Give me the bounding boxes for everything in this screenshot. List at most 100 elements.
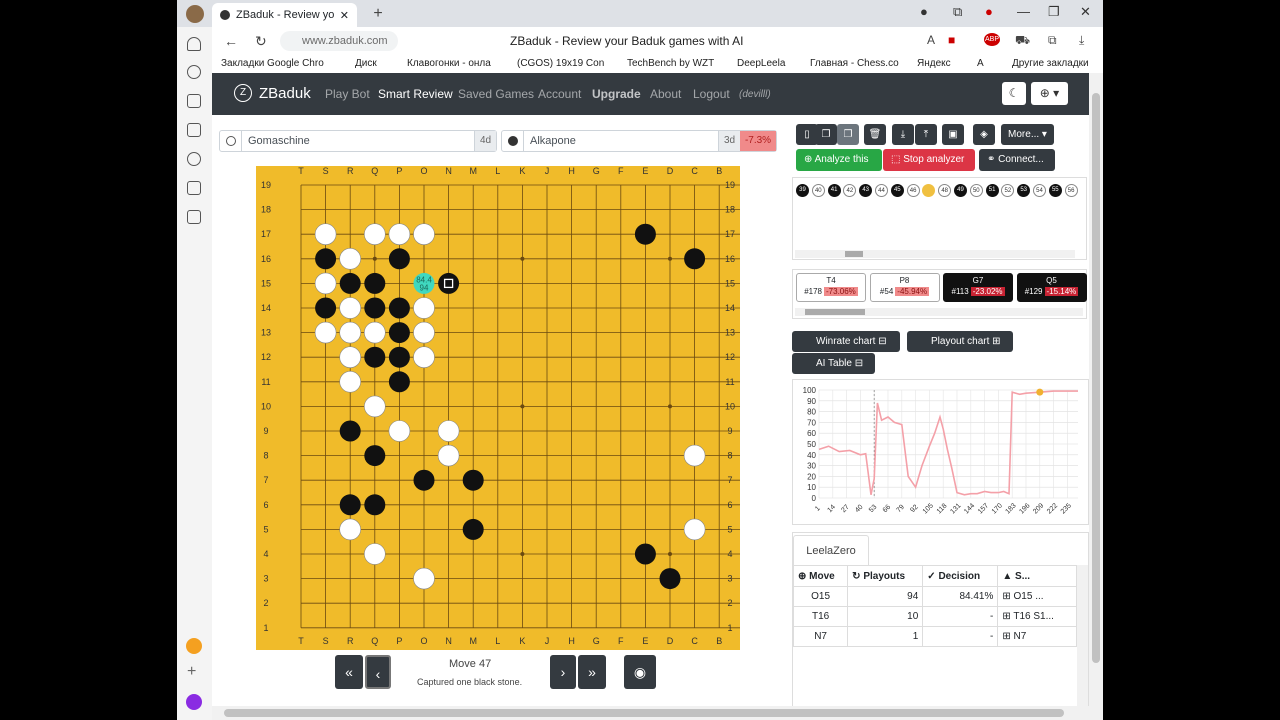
next-move-button[interactable]: ›: [550, 655, 576, 689]
settings-sidebar-icon[interactable]: [187, 210, 201, 224]
timeline-move[interactable]: 49: [954, 184, 967, 197]
table-scrollbar[interactable]: [1077, 565, 1088, 709]
winrate-chart-svg[interactable]: 01020304050607080901001 14 27 40 53 66 79 92 105…: [793, 380, 1088, 524]
black-player-name[interactable]: Alkapone: [524, 135, 718, 147]
extensions-icon[interactable]: ⧉: [1048, 33, 1057, 48]
clock-icon[interactable]: [187, 65, 201, 79]
table-row[interactable]: N7 1 - ⊞ N7: [792, 626, 1077, 647]
timeline-move[interactable]: 53: [1017, 184, 1031, 197]
nav-play-bot[interactable]: Play Bot: [325, 87, 370, 101]
new-tab-button[interactable]: +: [369, 5, 387, 23]
col-move[interactable]: ⊕ Move: [792, 565, 849, 587]
timeline-move[interactable]: [922, 184, 936, 197]
timeline-scrollbar[interactable]: [795, 250, 1075, 258]
toggle-view-button[interactable]: ◉: [624, 655, 656, 689]
mistake-card[interactable]: T4 #178 -73.06%: [796, 273, 866, 302]
close-window-icon[interactable]: ✕: [1080, 4, 1091, 20]
previous-move-button[interactable]: ‹: [365, 655, 391, 689]
analyze-button[interactable]: ⊕ Analyze this: [796, 149, 882, 171]
timeline-move[interactable]: 56: [1064, 184, 1078, 197]
browser-tab[interactable]: ZBaduk - Review your Ba... ✕: [212, 3, 357, 27]
timeline-move[interactable]: 41: [827, 184, 841, 197]
car-icon[interactable]: ⛟: [1015, 33, 1030, 49]
col-decision[interactable]: ✓ Decision: [922, 565, 999, 587]
go-board[interactable]: TTSSRRQQPPOONNMMLLKKJJHHGGFFEEDDCCBBAA19…: [256, 166, 740, 650]
collections-icon[interactable]: ⧉: [953, 4, 962, 20]
timeline-move[interactable]: 52: [1001, 184, 1015, 197]
timeline-move[interactable]: 51: [985, 184, 999, 197]
timeline-move[interactable]: 42: [843, 184, 857, 197]
paste-icon[interactable]: ❐: [837, 124, 859, 145]
bookmark-item[interactable]: Главная - Chess.co: [810, 58, 899, 69]
extension-icon[interactable]: ●: [920, 4, 928, 19]
table-row[interactable]: T16 10 - ⊞ T16 S1...: [792, 606, 1077, 627]
page-scrollbar-horizontal[interactable]: [212, 706, 1089, 720]
mistake-card[interactable]: G7 #113 -23.02%: [943, 273, 1013, 302]
timeline-move[interactable]: 55: [1048, 184, 1062, 197]
dollar-icon[interactable]: [187, 181, 201, 195]
star-icon[interactable]: [187, 94, 201, 108]
engine-tab[interactable]: LeelaZero: [793, 535, 869, 565]
ai-table-button[interactable]: AI Table ⊟: [792, 353, 875, 374]
bookmark-item[interactable]: TechBench by WZT: [627, 58, 714, 69]
nav-upgrade[interactable]: Upgrade: [592, 87, 641, 101]
move-timeline[interactable]: 39 40 41 42 43 44 45 46 48 49 50 51 52 53 54 55 56: [792, 177, 1087, 260]
timeline-move[interactable]: 54: [1033, 184, 1046, 197]
restore-icon[interactable]: ❐: [1048, 4, 1060, 20]
timeline-move[interactable]: 40: [811, 184, 825, 197]
bookmark-item[interactable]: Другие закладки: [1012, 58, 1089, 69]
connect-button[interactable]: ⚭ Connect...: [979, 149, 1055, 171]
nav-about[interactable]: About: [650, 87, 681, 101]
timeline-move[interactable]: 44: [875, 184, 888, 197]
yandex-icon[interactable]: [186, 638, 202, 654]
bookmark-item[interactable]: А: [977, 58, 984, 69]
playout-chart-button[interactable]: Playout chart ⊞: [907, 331, 1013, 352]
brand[interactable]: Z ZBaduk: [234, 84, 311, 102]
profile-avatar[interactable]: [186, 5, 204, 23]
download-sgf-icon[interactable]: ⤓: [892, 124, 914, 145]
timeline-move[interactable]: 46: [906, 184, 920, 197]
language-button[interactable]: ⊕ ▾: [1031, 82, 1068, 105]
col-sequence[interactable]: ▲ S...: [997, 565, 1077, 587]
copy-icon[interactable]: ❐: [815, 124, 837, 145]
winrate-chart[interactable]: 0 10 20 30 40 50 60 70 80 90 100 1 14 27 40 53 66 79 92 105…: [792, 379, 1089, 525]
bookmark-item[interactable]: Яндекс: [917, 58, 951, 69]
timeline-move[interactable]: 45: [890, 184, 904, 197]
timeline-move[interactable]: 50: [969, 184, 983, 197]
nav-logout[interactable]: Logout: [693, 87, 730, 101]
download-icon[interactable]: ⤓: [1079, 33, 1084, 48]
trash-icon[interactable]: 🗑: [864, 124, 886, 145]
last-move-button[interactable]: »: [578, 655, 606, 689]
more-dropdown-button[interactable]: More... ▾: [1001, 124, 1054, 145]
eraser-icon[interactable]: ◈: [973, 124, 995, 145]
bookmark-item[interactable]: DeepLeela: [737, 58, 785, 69]
first-move-button[interactable]: «: [335, 655, 363, 689]
url-field[interactable]: www.zbaduk.com: [280, 31, 398, 51]
back-icon[interactable]: ←: [224, 33, 238, 49]
winrate-chart-button[interactable]: Winrate chart ⊟: [792, 331, 900, 352]
save-icon[interactable]: ▣: [942, 124, 964, 145]
translate-icon[interactable]: A: [927, 33, 935, 47]
bell-icon[interactable]: [187, 37, 201, 51]
table-row[interactable]: O15 94 84.41% ⊞ O15 ...: [792, 586, 1077, 607]
timeline-move[interactable]: 48: [938, 184, 952, 197]
nav-smart-review[interactable]: Smart Review: [378, 87, 453, 101]
timeline-move[interactable]: 39: [796, 184, 809, 197]
white-player-name[interactable]: Gomaschine: [242, 135, 474, 147]
go-board-grid[interactable]: TTSSRRQQPPOONNMMLLKKJJHHGGFFEEDDCCBBAA19…: [256, 166, 740, 650]
bookmark-item[interactable]: Клавогонки - онла: [407, 58, 491, 69]
upload-sgf-icon[interactable]: ⤒: [915, 124, 937, 145]
bookmark-item[interactable]: Диск: [355, 58, 377, 69]
alice-icon[interactable]: [186, 694, 202, 710]
play-icon[interactable]: [187, 152, 201, 166]
nav-account[interactable]: Account: [538, 87, 581, 101]
timeline-move[interactable]: 43: [859, 184, 873, 197]
cards-scrollbar[interactable]: [795, 308, 1083, 316]
bookmark-item[interactable]: (CGOS) 19x19 Con: [517, 58, 604, 69]
close-tab-icon[interactable]: ✕: [340, 9, 349, 22]
bookmark-item[interactable]: Закладки Google Chro: [221, 58, 324, 69]
notifications-icon[interactable]: ●: [985, 4, 993, 19]
mistake-card[interactable]: P8 #54 -45.94%: [869, 273, 940, 302]
add-icon[interactable]: +: [187, 663, 196, 681]
collections-sidebar-icon[interactable]: [187, 123, 201, 137]
